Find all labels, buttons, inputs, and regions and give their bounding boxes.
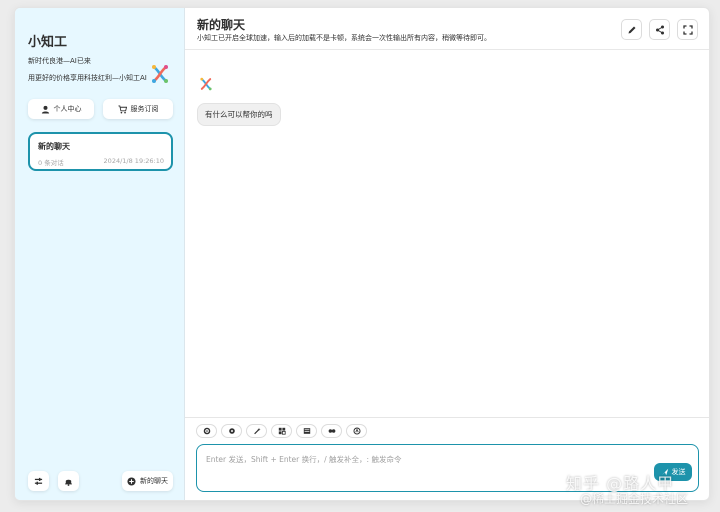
theme-button[interactable] <box>221 424 242 438</box>
prompt-grid-icon <box>278 427 286 435</box>
app-tagline-1: 新时代良港—AI已来 <box>28 57 91 65</box>
app-window: 小知工 新时代良港—AI已来 用更好的价格享用科技红利—小知工AI 个人中心 服… <box>14 7 710 501</box>
subscribe-button[interactable]: 服务订阅 <box>103 99 173 119</box>
new-chat-button[interactable]: 新的聊天 <box>122 471 173 491</box>
assistant-avatar-icon <box>200 77 212 91</box>
more-button[interactable] <box>346 424 367 438</box>
user-icon <box>41 105 49 114</box>
watermark-juejin: @稀土掘金技术社区 <box>580 492 689 506</box>
hand-icon <box>352 427 361 435</box>
personal-center-button[interactable]: 个人中心 <box>28 99 94 119</box>
clear-button[interactable] <box>321 424 342 438</box>
robot-icon <box>328 429 335 433</box>
prompt-button[interactable] <box>271 424 292 438</box>
fullscreen-button[interactable] <box>677 19 698 40</box>
settings-icon <box>34 477 43 485</box>
plus-circle-icon <box>127 476 136 486</box>
personal-center-label: 个人中心 <box>53 105 82 113</box>
notifications-button[interactable] <box>58 471 79 491</box>
chat-item-count: 0 条对话 <box>38 159 64 167</box>
subscribe-label: 服务订阅 <box>130 105 159 113</box>
chat-settings-button[interactable] <box>196 424 217 438</box>
new-chat-label: 新的聊天 <box>140 477 168 485</box>
chat-item-time: 2024/1/8 19:26:10 <box>103 157 164 165</box>
chat-list-item[interactable]: 新的聊天 0 条对话 2024/1/8 19:26:10 <box>28 132 173 171</box>
chat-item-title: 新的聊天 <box>38 142 70 151</box>
bell-icon <box>65 479 72 486</box>
app-tagline-2: 用更好的价格享用科技红利—小知工AI <box>28 74 147 82</box>
app-title: 小知工 <box>28 35 68 50</box>
magic-button[interactable] <box>246 424 267 438</box>
chat-subtitle: 小知工已开启全球加速，输入后的加载不是卡顿，系统会一次性输出所有内容，稍微等待即… <box>197 34 491 42</box>
message-text: 有什么可以帮你的吗 <box>205 110 273 119</box>
theme-icon <box>228 428 235 434</box>
share-icon <box>655 25 664 34</box>
rename-button[interactable] <box>621 19 642 40</box>
settings-icon <box>203 427 210 435</box>
sidebar: 小知工 新时代良港—AI已来 用更好的价格享用科技红利—小知工AI 个人中心 服… <box>15 8 185 500</box>
mask-icon <box>303 428 310 434</box>
magic-wand-icon <box>253 427 261 435</box>
message-input-placeholder: Enter 发送，Shift + Enter 换行，/ 触发补全，: 触发命令 <box>206 455 402 464</box>
cart-icon <box>117 104 127 113</box>
fullscreen-icon <box>682 24 693 35</box>
settings-button[interactable] <box>28 471 49 491</box>
share-button[interactable] <box>649 19 670 40</box>
chat-header: 新的聊天 小知工已开启全球加速，输入后的加载不是卡顿，系统会一次性输出所有内容，… <box>185 8 709 50</box>
chat-title: 新的聊天 <box>197 18 246 32</box>
mask-button[interactable] <box>296 424 317 438</box>
assistant-message-bubble: 有什么可以帮你的吗 <box>197 103 281 126</box>
pencil-icon <box>628 26 635 33</box>
chat-panel: 新的聊天 小知工已开启全球加速，输入后的加载不是卡顿，系统会一次性输出所有内容，… <box>185 8 709 500</box>
app-logo <box>152 65 168 83</box>
